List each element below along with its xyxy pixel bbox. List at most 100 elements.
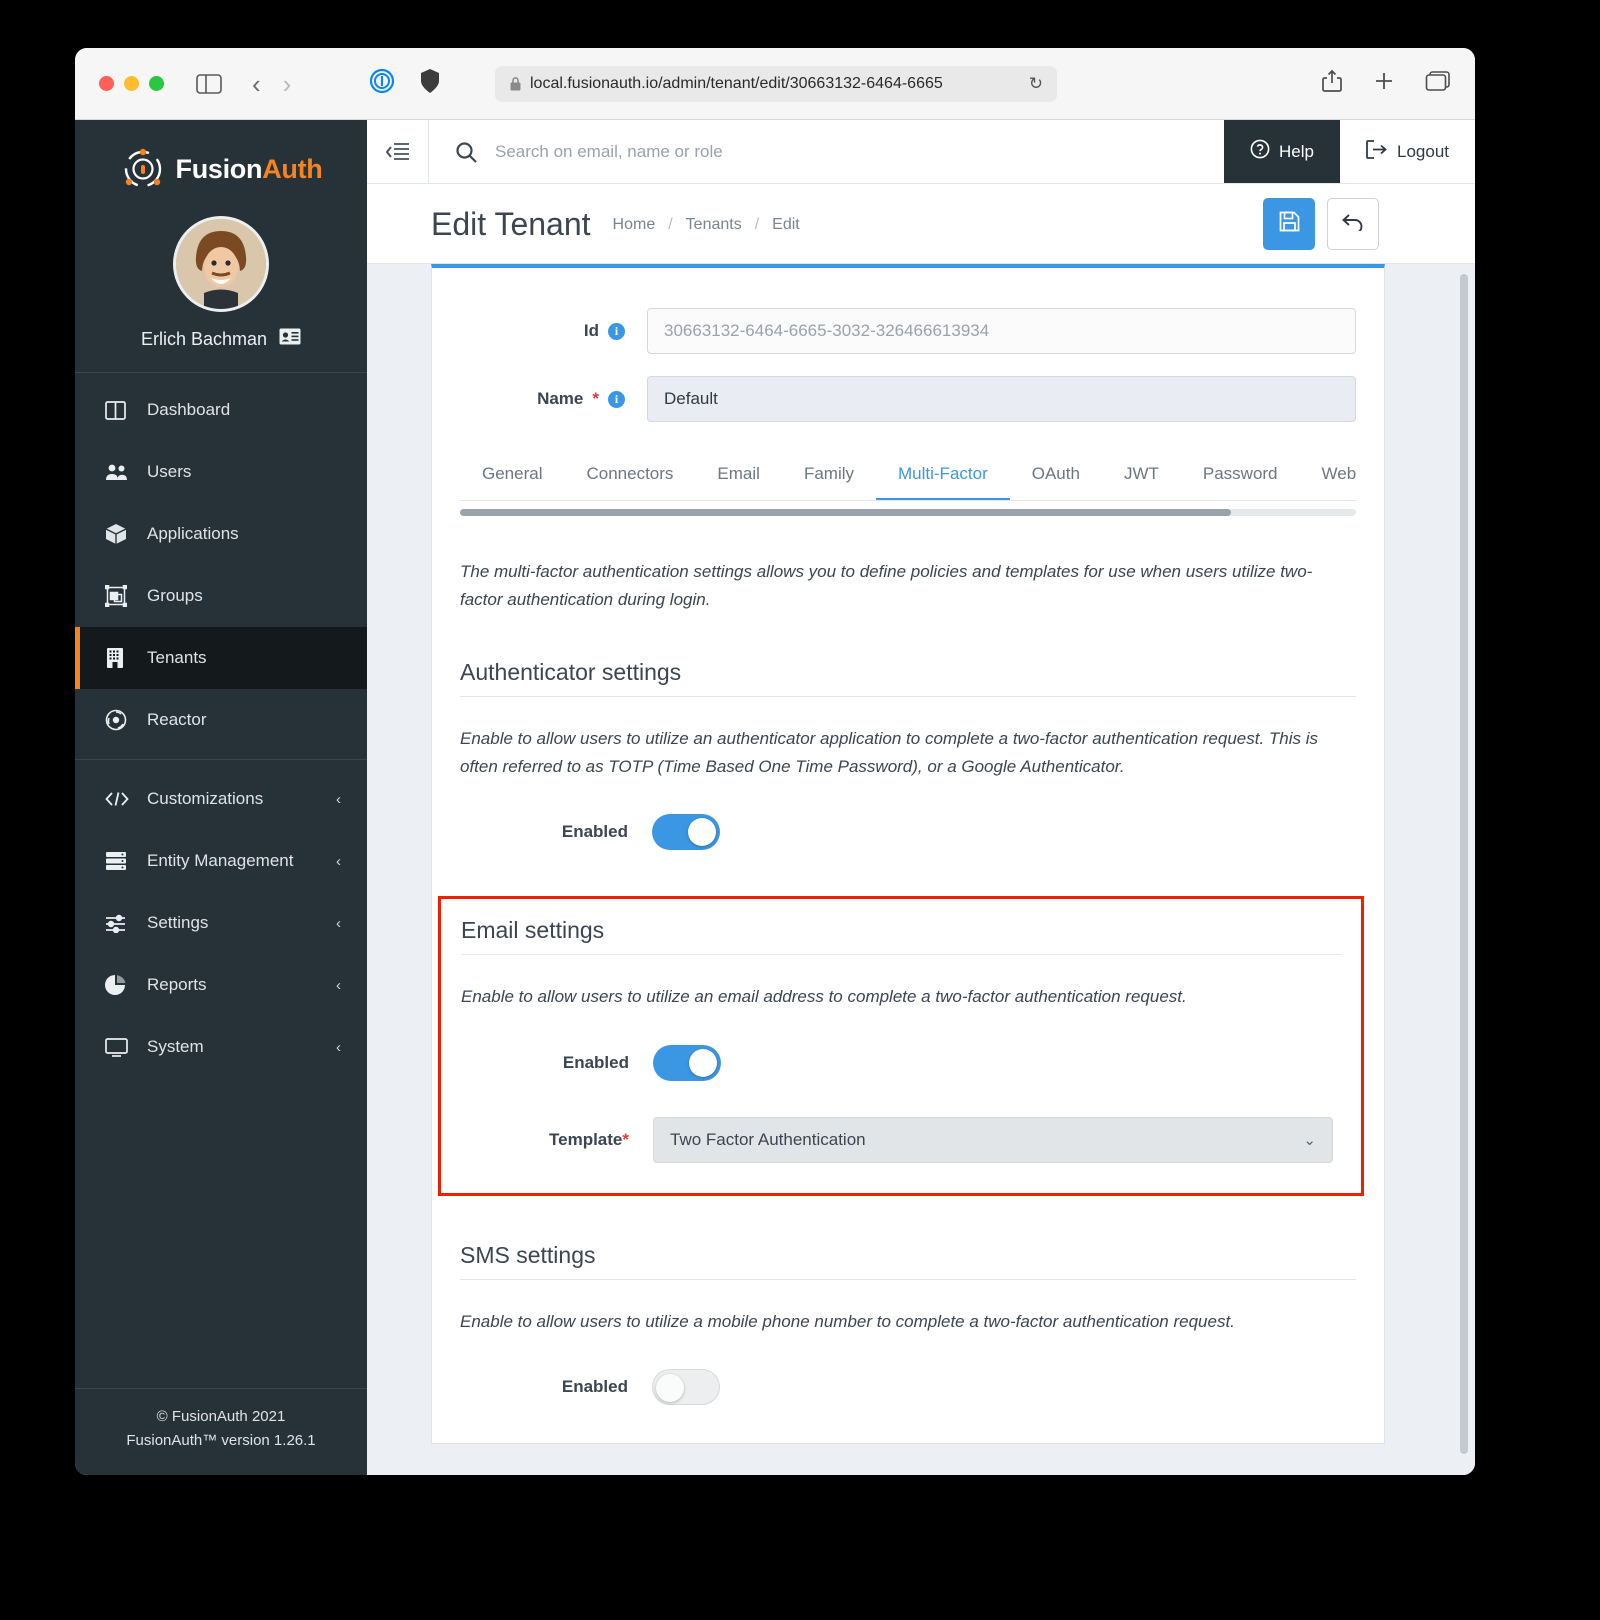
authenticator-settings-title: Authenticator settings (460, 659, 682, 686)
tab-email[interactable]: Email (695, 452, 782, 500)
id-field-row: Id i 30663132-6464-6665-3032-32646661393… (432, 308, 1384, 354)
email-template-label: Template (549, 1129, 623, 1149)
sidebar-item-users[interactable]: Users (75, 441, 367, 503)
sidebar-item-entity-management[interactable]: Entity Management ‹ (75, 830, 367, 892)
authenticator-enabled-label: Enabled (561, 822, 628, 842)
reload-icon[interactable]: ↻ (1029, 74, 1043, 94)
tab-jwt[interactable]: JWT (1102, 452, 1181, 500)
authenticator-enabled-row: Enabled (460, 814, 1356, 851)
sidebar-toggle-icon[interactable] (196, 71, 222, 97)
chevron-down-icon: ⌄ (1303, 1131, 1316, 1149)
close-window-button[interactable] (99, 76, 114, 91)
monitor-icon (105, 1037, 135, 1057)
sidebar-nav: Dashboard Users Applications Groups Tena… (75, 373, 367, 1078)
sidebar-item-system[interactable]: System ‹ (75, 1016, 367, 1078)
chevron-left-icon: ‹ (336, 790, 341, 808)
id-input[interactable]: 30663132-6464-6665-3032-326466613934 (647, 308, 1356, 354)
tab-webhooks[interactable]: Webhooks (1300, 452, 1356, 500)
maximize-window-button[interactable] (149, 76, 164, 91)
help-button[interactable]: Help (1224, 120, 1340, 183)
tab-general[interactable]: General (460, 452, 564, 500)
shield-icon[interactable] (419, 68, 441, 99)
avatar-wrapper (75, 216, 367, 312)
share-icon[interactable] (1321, 69, 1343, 98)
search-icon (455, 141, 477, 163)
cube-icon (105, 523, 135, 545)
sidebar-item-label: Entity Management (147, 851, 294, 870)
user-info[interactable]: Erlich Bachman (75, 328, 367, 373)
window-traffic-lights (99, 76, 164, 91)
sms-enabled-toggle[interactable] (652, 1369, 720, 1406)
sidebar-item-applications[interactable]: Applications (75, 503, 367, 565)
1password-icon[interactable] (369, 68, 395, 99)
section-divider (460, 696, 1356, 698)
sidebar-item-dashboard[interactable]: Dashboard (75, 379, 367, 441)
reactor-icon (105, 709, 135, 731)
email-template-value: Two Factor Authentication (670, 1129, 866, 1149)
sms-enabled-row: Enabled (460, 1369, 1356, 1406)
section-divider (461, 954, 1341, 956)
collapse-menu-icon[interactable] (367, 120, 429, 183)
page-scrollbar[interactable] (1459, 264, 1469, 1475)
dashboard-icon (105, 400, 135, 420)
back-button[interactable] (1327, 198, 1379, 250)
tab-password[interactable]: Password (1181, 452, 1300, 500)
avatar[interactable] (173, 216, 269, 312)
authenticator-enabled-toggle[interactable] (652, 814, 720, 851)
breadcrumb-home[interactable]: Home (613, 216, 656, 234)
tabs-overview-icon[interactable] (1425, 70, 1451, 97)
id-card-icon[interactable] (279, 328, 301, 350)
sidebar-item-customizations[interactable]: Customizations ‹ (75, 768, 367, 830)
toggle-knob (656, 1374, 684, 1403)
browser-chrome: ‹ › local.fusionauth.io/admin/tenant/edi… (75, 48, 1475, 120)
tabs-container: General Connectors Email Family Multi-Fa… (460, 452, 1356, 516)
fusionauth-mark-icon (124, 148, 161, 188)
search-input[interactable] (495, 141, 1225, 162)
email-template-label-group: Template* (461, 1130, 653, 1150)
email-template-select[interactable]: Two Factor Authentication ⌄ (653, 1116, 1333, 1163)
id-label: Id (583, 321, 599, 340)
browser-forward-icon[interactable]: › (283, 71, 292, 97)
sidebar-item-reactor[interactable]: Reactor (75, 689, 367, 751)
browser-back-icon[interactable]: ‹ (252, 71, 261, 97)
email-enabled-toggle[interactable] (653, 1044, 721, 1081)
version-line: FusionAuth™ version 1.26.1 (126, 1432, 316, 1449)
sidebar-item-label: System (147, 1037, 204, 1056)
logout-button[interactable]: Logout (1340, 120, 1475, 183)
sidebar-item-tenants[interactable]: Tenants (75, 627, 367, 689)
info-icon[interactable]: i (608, 390, 625, 408)
info-icon[interactable]: i (608, 322, 625, 340)
help-label: Help (1279, 141, 1314, 161)
required-marker: * (622, 1129, 629, 1149)
toggle-knob (689, 1048, 717, 1077)
tabs-scrollbar-thumb[interactable] (460, 509, 1231, 516)
search-box[interactable] (429, 120, 1225, 183)
page-scrollbar-thumb[interactable] (1460, 274, 1468, 1454)
breadcrumb-tenants[interactable]: Tenants (686, 216, 742, 234)
minimize-window-button[interactable] (124, 76, 139, 91)
username-label: Erlich Bachman (140, 328, 268, 349)
users-icon (105, 463, 135, 482)
name-label: Name (537, 389, 584, 408)
name-input[interactable]: Default (647, 376, 1356, 422)
sidebar-item-label: Applications (147, 524, 239, 543)
email-enabled-row: Enabled (461, 1044, 1341, 1081)
chevron-left-icon: ‹ (336, 914, 341, 932)
tab-oauth[interactable]: OAuth (1010, 452, 1102, 500)
name-value: Default (664, 389, 718, 408)
plus-icon[interactable] (1373, 70, 1395, 97)
save-button[interactable] (1263, 198, 1315, 250)
sidebar-item-reports[interactable]: Reports ‹ (75, 954, 367, 1016)
email-settings-description: Enable to allow users to utilize an emai… (461, 987, 1187, 1007)
sidebar-item-settings[interactable]: Settings ‹ (75, 892, 367, 954)
tab-multi-factor[interactable]: Multi-Factor (876, 452, 1010, 500)
address-bar[interactable]: local.fusionauth.io/admin/tenant/edit/30… (495, 65, 1057, 102)
breadcrumb: Home / Tenants / Edit (613, 216, 800, 234)
sidebar-item-groups[interactable]: Groups (75, 565, 367, 627)
tab-connectors[interactable]: Connectors (564, 452, 695, 500)
tenant-edit-card: Id i 30663132-6464-6665-3032-32646661393… (431, 264, 1385, 1444)
brand-logo[interactable]: FusionAuth (75, 120, 367, 202)
sidebar-item-label: Settings (147, 913, 209, 932)
tabs-horizontal-scrollbar[interactable] (460, 509, 1356, 516)
tab-family[interactable]: Family (782, 452, 876, 500)
